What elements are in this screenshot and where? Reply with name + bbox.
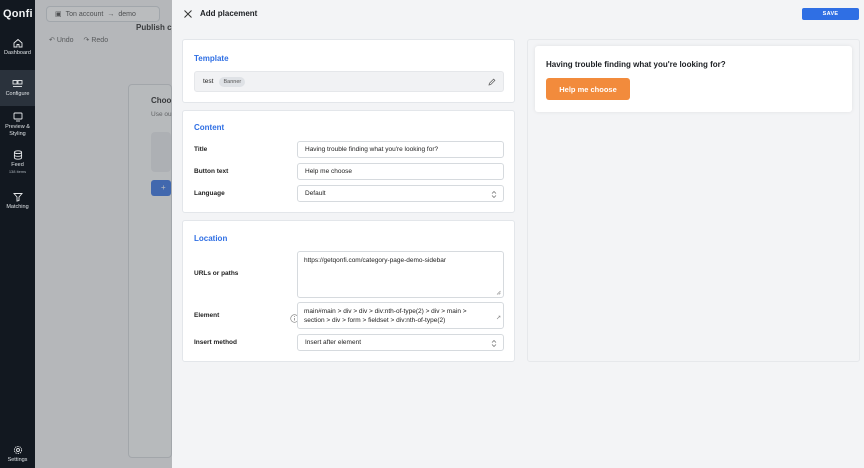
drawer-title: Add placement — [200, 9, 258, 18]
template-selector[interactable]: test Banner — [194, 71, 504, 92]
title-input[interactable]: Having trouble finding what you're looki… — [297, 141, 504, 158]
sidebar-item-matching[interactable]: Matching — [0, 192, 35, 211]
sidebar-item-label: Dashboard — [4, 50, 31, 56]
urls-textarea[interactable]: https://getqonfi.com/category-page-demo-… — [297, 251, 504, 298]
expand-icon[interactable] — [496, 315, 501, 320]
app-logo: Qonfi — [3, 8, 33, 20]
select-arrows-icon — [491, 340, 497, 347]
sidebar-item-dashboard[interactable]: Dashboard — [0, 38, 35, 57]
element-label: Element — [194, 312, 220, 319]
title-value: Having trouble finding what you're looki… — [305, 146, 439, 153]
location-card: Location URLs or paths https://getqonfi.… — [182, 220, 515, 362]
sidebar-item-label-2: Styling — [9, 130, 26, 137]
content-heading: Content — [194, 123, 225, 132]
language-label: Language — [194, 190, 225, 197]
button-text-input[interactable]: Help me choose — [297, 163, 504, 180]
save-button[interactable]: SAVE — [802, 8, 859, 20]
sidebar-item-preview-styling[interactable]: Preview & Styling — [0, 112, 35, 138]
app-sidebar: Qonfi Dashboard Configure Preview & Styl… — [0, 0, 35, 468]
sidebar-item-label: Preview & — [5, 124, 30, 130]
sidebar-item-label: Settings — [7, 457, 28, 463]
monitor-icon — [13, 112, 22, 122]
configure-icon — [12, 80, 23, 87]
template-type-badge: Banner — [219, 76, 246, 87]
sidebar-item-label: Configure — [5, 91, 30, 97]
filter-icon — [12, 193, 23, 202]
element-value: main#main > div > div > div:nth-of-type(… — [304, 308, 467, 324]
pencil-icon[interactable] — [488, 78, 496, 86]
urls-value: https://getqonfi.com/category-page-demo-… — [304, 257, 446, 264]
add-placement-drawer: Add placement SAVE Template test Banner … — [172, 0, 864, 468]
template-heading: Template — [194, 54, 229, 63]
title-label: Title — [194, 146, 208, 153]
element-input[interactable]: main#main > div > div > div:nth-of-type(… — [297, 302, 504, 329]
template-name: test — [203, 78, 214, 85]
sidebar-item-feed[interactable]: Feed 138 items — [0, 150, 35, 176]
insert-method-label: Insert method — [194, 339, 237, 346]
button-text-label: Button text — [194, 168, 229, 175]
preview-help-button[interactable]: Help me choose — [546, 78, 630, 100]
language-value: Default — [305, 190, 326, 197]
language-select[interactable]: Default — [297, 185, 504, 202]
urls-label: URLs or paths — [194, 270, 239, 277]
sidebar-item-settings[interactable]: Settings — [0, 445, 35, 464]
preview-banner: Having trouble finding what you're looki… — [535, 46, 852, 112]
resize-grip-icon[interactable] — [496, 290, 501, 295]
feed-count: 138 items — [8, 168, 27, 174]
sidebar-item-label: Feed — [11, 162, 24, 168]
close-icon[interactable] — [183, 9, 193, 19]
button-text-value: Help me choose — [305, 168, 352, 175]
content-card: Content Title Having trouble finding wha… — [182, 110, 515, 213]
home-icon — [13, 38, 22, 48]
insert-method-select[interactable]: Insert after element — [297, 334, 504, 351]
preview-title: Having trouble finding what you're looki… — [546, 60, 726, 69]
location-heading: Location — [194, 234, 228, 243]
insert-method-value: Insert after element — [305, 339, 361, 346]
database-icon — [13, 150, 22, 160]
gear-icon — [13, 445, 22, 455]
drawer-header: Add placement SAVE — [172, 0, 864, 28]
sidebar-item-configure[interactable]: Configure — [0, 70, 35, 106]
sidebar-item-label: Matching — [6, 204, 29, 210]
select-arrows-icon — [491, 191, 497, 198]
template-card: Template test Banner — [182, 39, 515, 103]
